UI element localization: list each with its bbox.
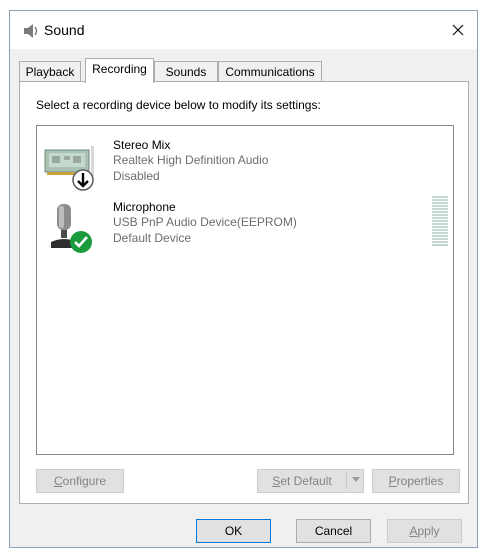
device-item-microphone[interactable]: Microphone USB PnP Audio Device(EEPROM) … (41, 200, 449, 256)
chevron-down-icon[interactable] (352, 477, 360, 483)
tab-label: Communications (225, 65, 315, 79)
speaker-icon (24, 24, 38, 38)
device-description: Realtek High Definition Audio (113, 153, 269, 167)
level-meter (432, 196, 448, 248)
button-label: roperties (396, 474, 444, 488)
device-description: USB PnP Audio Device(EEPROM) (113, 215, 297, 229)
sound-dialog: Sound Playback Recording Sounds Communic… (9, 10, 478, 548)
instruction-text: Select a recording device below to modif… (36, 98, 321, 112)
accelerator-key: C (53, 474, 63, 488)
button-label: OK (224, 524, 243, 538)
microphone-icon (51, 204, 92, 253)
button-label: Cancel (314, 524, 353, 538)
tab-communications[interactable]: Communications (218, 61, 322, 82)
device-status: Disabled (113, 169, 160, 183)
tab-sounds[interactable]: Sounds (154, 61, 218, 82)
set-default-button[interactable]: Set Default (258, 470, 346, 492)
title-bar[interactable]: Sound (10, 11, 477, 49)
close-button[interactable] (443, 17, 473, 43)
split-divider (346, 473, 347, 489)
tab-label: Recording (92, 62, 147, 76)
cancel-button[interactable]: Cancel (296, 519, 371, 543)
disabled-arrow-badge (72, 169, 94, 191)
set-default-split-button[interactable]: Set Default (257, 469, 364, 493)
configure-button[interactable]: Configure (36, 469, 124, 493)
tab-label: Sounds (165, 65, 207, 79)
accelerator-key: P (388, 474, 397, 488)
tab-label: Playback (25, 65, 75, 79)
tab-playback[interactable]: Playback (19, 61, 81, 82)
recording-panel: Select a recording device below to modif… (19, 81, 469, 504)
sound-card-icon (44, 146, 94, 191)
window-title: Sound (44, 22, 85, 38)
apply-button[interactable]: Apply (387, 519, 462, 543)
device-name: Stereo Mix (113, 138, 171, 152)
device-list[interactable]: Stereo Mix Realtek High Definition Audio… (36, 125, 454, 455)
tab-strip: Playback Recording Sounds Communications (19, 58, 478, 83)
default-check-badge (70, 231, 92, 253)
close-icon (452, 24, 464, 36)
properties-button[interactable]: Properties (372, 469, 460, 493)
tab-recording[interactable]: Recording (85, 58, 154, 83)
device-name: Microphone (113, 200, 176, 214)
button-label: pply (417, 524, 440, 538)
accelerator-key: A (409, 524, 418, 538)
button-label: et Default (280, 474, 332, 488)
button-label: onfigure (62, 474, 107, 488)
device-status: Default Device (113, 231, 192, 245)
device-item-stereo-mix[interactable]: Stereo Mix Realtek High Definition Audio… (41, 138, 449, 194)
ok-button[interactable]: OK (196, 519, 271, 543)
